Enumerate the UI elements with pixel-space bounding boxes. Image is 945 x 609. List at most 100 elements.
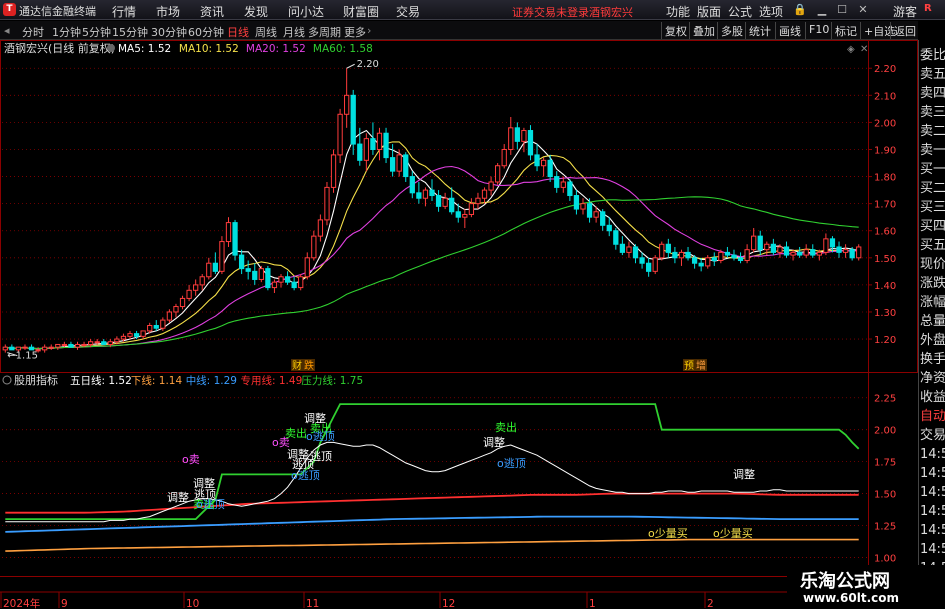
candle	[48, 344, 54, 350]
chevron-right-icon[interactable]: ›	[367, 24, 371, 37]
lock-icon[interactable]: 🔒	[793, 3, 807, 17]
toolbar-draw[interactable]: 画线	[775, 22, 804, 39]
sidebar-item[interactable]: 14:56	[920, 502, 945, 522]
toolbar-adjust[interactable]: 复权	[661, 22, 690, 39]
sidebar-item: 现价	[920, 257, 945, 272]
candle	[626, 241, 632, 258]
candle-body	[455, 211, 461, 218]
sidebar-item[interactable]: 14:56	[920, 540, 945, 560]
menu-formula[interactable]: 公式	[728, 3, 752, 20]
candle	[186, 284, 192, 302]
period-weekly[interactable]: 周线	[255, 24, 277, 40]
candle-body	[534, 154, 540, 167]
menu-wealth[interactable]: 财富圈	[343, 3, 379, 20]
candle-body	[258, 268, 264, 280]
ma5-line	[5, 129, 859, 350]
candle-body	[389, 157, 396, 172]
toolbar-multi-stock[interactable]: 多股	[717, 22, 746, 39]
menu-trade[interactable]: 交易	[396, 3, 420, 20]
candle	[409, 171, 415, 199]
price-tick-label: 2.20	[874, 64, 896, 75]
candle	[278, 274, 284, 288]
candle	[225, 217, 232, 247]
sidebar-item[interactable]: 14:56	[920, 464, 945, 484]
minimize-icon[interactable]: ▁	[815, 3, 829, 17]
sidebar-item[interactable]: 14:56	[920, 445, 945, 465]
menu-ask[interactable]: 问小达	[288, 3, 324, 20]
event-label: 预	[684, 360, 694, 372]
indicator-annotation: o逃顶	[306, 430, 335, 443]
candle-body	[403, 154, 409, 178]
sidebar-item: 买二	[920, 181, 945, 196]
candle-body	[193, 284, 199, 291]
menu-discover[interactable]: 发现	[244, 3, 268, 20]
ma-label: MA20: 1.52	[246, 43, 306, 55]
sidebar-item[interactable]: 自动	[920, 407, 945, 427]
candle	[842, 244, 849, 258]
period-60min[interactable]: 60分钟	[188, 24, 224, 40]
indicator-toggle-icon	[2, 375, 12, 385]
period-1min[interactable]: 1分钟	[52, 24, 81, 40]
period-5min[interactable]: 5分钟	[82, 24, 111, 40]
sidebar-item[interactable]: 交易	[920, 426, 945, 446]
indicator-annotation: 调整	[167, 490, 189, 504]
period-daily[interactable]: 日线	[227, 24, 249, 40]
period-30min[interactable]: 30分钟	[151, 24, 187, 40]
candle	[42, 344, 48, 353]
candle-body	[225, 222, 232, 243]
candle	[363, 133, 369, 172]
toolbar-overlay[interactable]: 叠加	[689, 22, 718, 39]
chart-grid	[0, 40, 918, 608]
user-guest[interactable]: 游客	[893, 3, 917, 20]
candle	[724, 246, 731, 258]
indicator-annotation: 调整	[483, 435, 505, 449]
indicator-label: 专用线: 1.49	[241, 374, 303, 387]
sidebar-item: 委比	[920, 48, 945, 63]
sidebar-item: 外盘	[920, 333, 945, 348]
candle	[508, 116, 514, 155]
sidebar-item: 换手	[920, 352, 945, 367]
candle	[449, 187, 455, 215]
sidebar-item[interactable]: 14:56	[920, 521, 945, 541]
menu-market[interactable]: 市场	[156, 3, 180, 20]
candle-body	[133, 333, 140, 337]
menu-news[interactable]: 资讯	[200, 3, 224, 20]
toolbar-f10[interactable]: F10	[805, 22, 832, 39]
candle	[22, 344, 28, 350]
candle-body	[219, 241, 225, 272]
candle	[232, 219, 238, 261]
period-intraday[interactable]: 分时	[22, 24, 44, 40]
menu-options[interactable]: 选项	[759, 3, 783, 20]
period-toggle-icon[interactable]: ◂	[4, 24, 10, 37]
candle-body	[114, 338, 120, 343]
candle-body	[120, 335, 127, 340]
close-icon[interactable]: ✕	[856, 3, 870, 17]
menu-layout[interactable]: 版面	[697, 3, 721, 20]
period-more[interactable]: 更多	[344, 24, 366, 40]
toolbar-mark[interactable]: 标记	[831, 22, 860, 39]
maximize-icon[interactable]: ☐	[835, 3, 849, 17]
menu-quotes[interactable]: 行情	[112, 3, 136, 20]
candle-body	[48, 346, 54, 349]
candle-body	[422, 189, 429, 199]
period-multi[interactable]: 多周期	[308, 24, 341, 40]
candle-body	[429, 189, 435, 197]
period-15min[interactable]: 15分钟	[112, 24, 148, 40]
candle-body	[632, 246, 639, 259]
sidebar-item[interactable]: 14:56	[920, 483, 945, 503]
chart-area[interactable]: 2.20 2.10 2.00 1.90 1.80 1.70 1.60 1.50 1.40 1.30…	[0, 40, 918, 609]
candle	[101, 339, 107, 345]
candle-body	[284, 276, 291, 283]
period-monthly[interactable]: 月线	[283, 24, 305, 40]
candle	[527, 125, 534, 161]
menu-functions[interactable]: 功能	[666, 3, 690, 20]
toolbar-stats[interactable]: 统计	[745, 22, 774, 39]
app-logo-icon: T	[3, 3, 16, 16]
candle	[770, 238, 777, 256]
watermark-title: 乐淘公式网	[800, 571, 890, 592]
trade-login-status[interactable]: 证券交易未登录	[512, 4, 589, 20]
candle-body	[777, 246, 783, 253]
candle	[737, 252, 744, 264]
toolbar-back[interactable]: 返回	[890, 22, 919, 39]
candle-body	[744, 249, 750, 262]
